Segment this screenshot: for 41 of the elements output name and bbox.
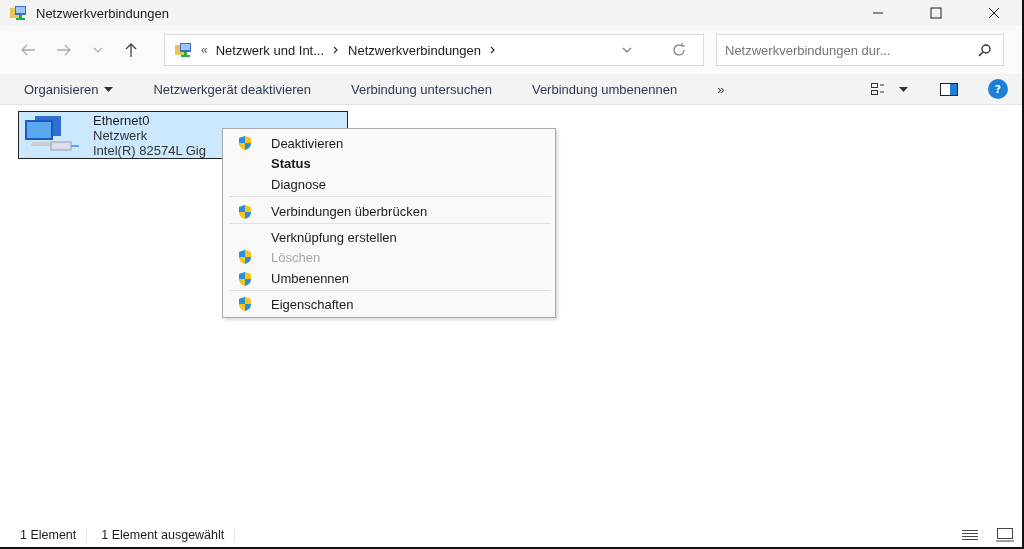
caret-icon[interactable] xyxy=(899,86,908,92)
shield-icon xyxy=(237,135,253,151)
chevron-down-icon[interactable] xyxy=(621,46,633,54)
preview-pane-icon[interactable] xyxy=(940,82,958,96)
refresh-icon[interactable] xyxy=(671,42,687,58)
view-options-icon[interactable] xyxy=(871,83,885,95)
item-count: 1 Element xyxy=(20,528,88,542)
caret-icon xyxy=(104,86,114,92)
menu-item[interactable]: Verbindungen überbrücken xyxy=(229,200,551,224)
more-commands-button[interactable]: » xyxy=(709,77,733,101)
menu-item[interactable]: Verknüpfung erstellen xyxy=(223,227,555,247)
window-title: Netzwerkverbindungen xyxy=(36,5,169,21)
network-folder-icon xyxy=(175,42,193,58)
shield-icon xyxy=(237,296,253,312)
organize-menu[interactable]: Organisieren xyxy=(16,77,122,101)
search-icon[interactable] xyxy=(978,43,992,57)
maximize-icon[interactable] xyxy=(930,7,942,19)
connection-device: Intel(R) 82574L Gig xyxy=(93,142,206,158)
close-icon[interactable] xyxy=(988,7,1000,19)
breadcrumb-item[interactable]: Netzwerk und Int... xyxy=(215,42,325,58)
toolbar-command[interactable]: Verbindung untersuchen xyxy=(342,77,500,101)
toolbar-command[interactable]: Netzwerkgerät deaktivieren xyxy=(145,77,319,101)
shield-icon xyxy=(237,249,253,265)
selection-count: 1 Element ausgewählt xyxy=(101,528,236,542)
large-icons-view-icon[interactable] xyxy=(996,528,1014,542)
search-field[interactable]: Netzwerkverbindungen dur... xyxy=(716,34,1004,66)
address-bar[interactable]: « Netzwerk und Int... Netzwerkverbindungen xyxy=(164,34,704,66)
help-button[interactable]: ? xyxy=(988,79,1008,99)
shield-icon xyxy=(237,270,253,287)
network-folder-icon xyxy=(10,5,28,21)
breadcrumb-item[interactable]: Netzwerkverbindungen xyxy=(348,42,482,58)
connection-network: Netzwerk xyxy=(93,127,149,143)
toolbar-command[interactable]: Verbindung umbenennen xyxy=(523,77,686,101)
shield-icon xyxy=(237,203,253,220)
overflow-marker[interactable]: « xyxy=(201,43,208,57)
up-arrow-icon[interactable] xyxy=(124,42,138,58)
menu-item[interactable]: Umbenennen xyxy=(229,267,551,291)
menu-item[interactable]: Eigenschaften xyxy=(223,294,555,314)
connection-name: Ethernet0 xyxy=(93,112,151,128)
details-view-icon[interactable] xyxy=(962,529,978,541)
menu-item[interactable]: Diagnose xyxy=(229,173,551,197)
